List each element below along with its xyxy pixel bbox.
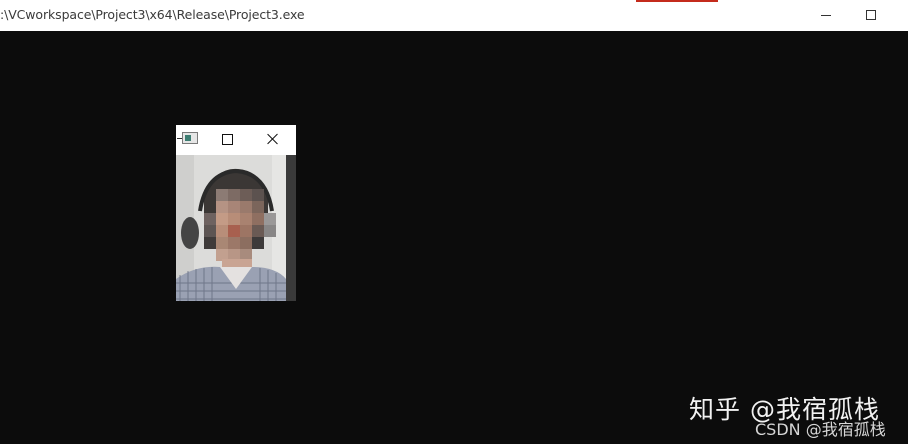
preview-close-button[interactable]: [267, 133, 279, 145]
preview-title-bar[interactable]: [176, 125, 296, 155]
video-frame: [176, 155, 296, 301]
csdn-watermark: CSDN @我宿孤栈: [755, 420, 886, 439]
title-bar[interactable]: :\VCworkspace\Project3\x64\Release\Proje…: [0, 0, 908, 31]
window-title: :\VCworkspace\Project3\x64\Release\Proje…: [0, 7, 305, 22]
webcam-image: [176, 155, 296, 301]
maximize-button[interactable]: [851, 0, 891, 31]
preview-maximize-button[interactable]: [222, 134, 233, 145]
app-icon: [177, 132, 198, 144]
minimize-button[interactable]: [806, 0, 846, 31]
camera-preview-window[interactable]: [176, 125, 296, 301]
taskbar-accent-strip: [636, 0, 718, 2]
console-window: :\VCworkspace\Project3\x64\Release\Proje…: [0, 0, 908, 444]
